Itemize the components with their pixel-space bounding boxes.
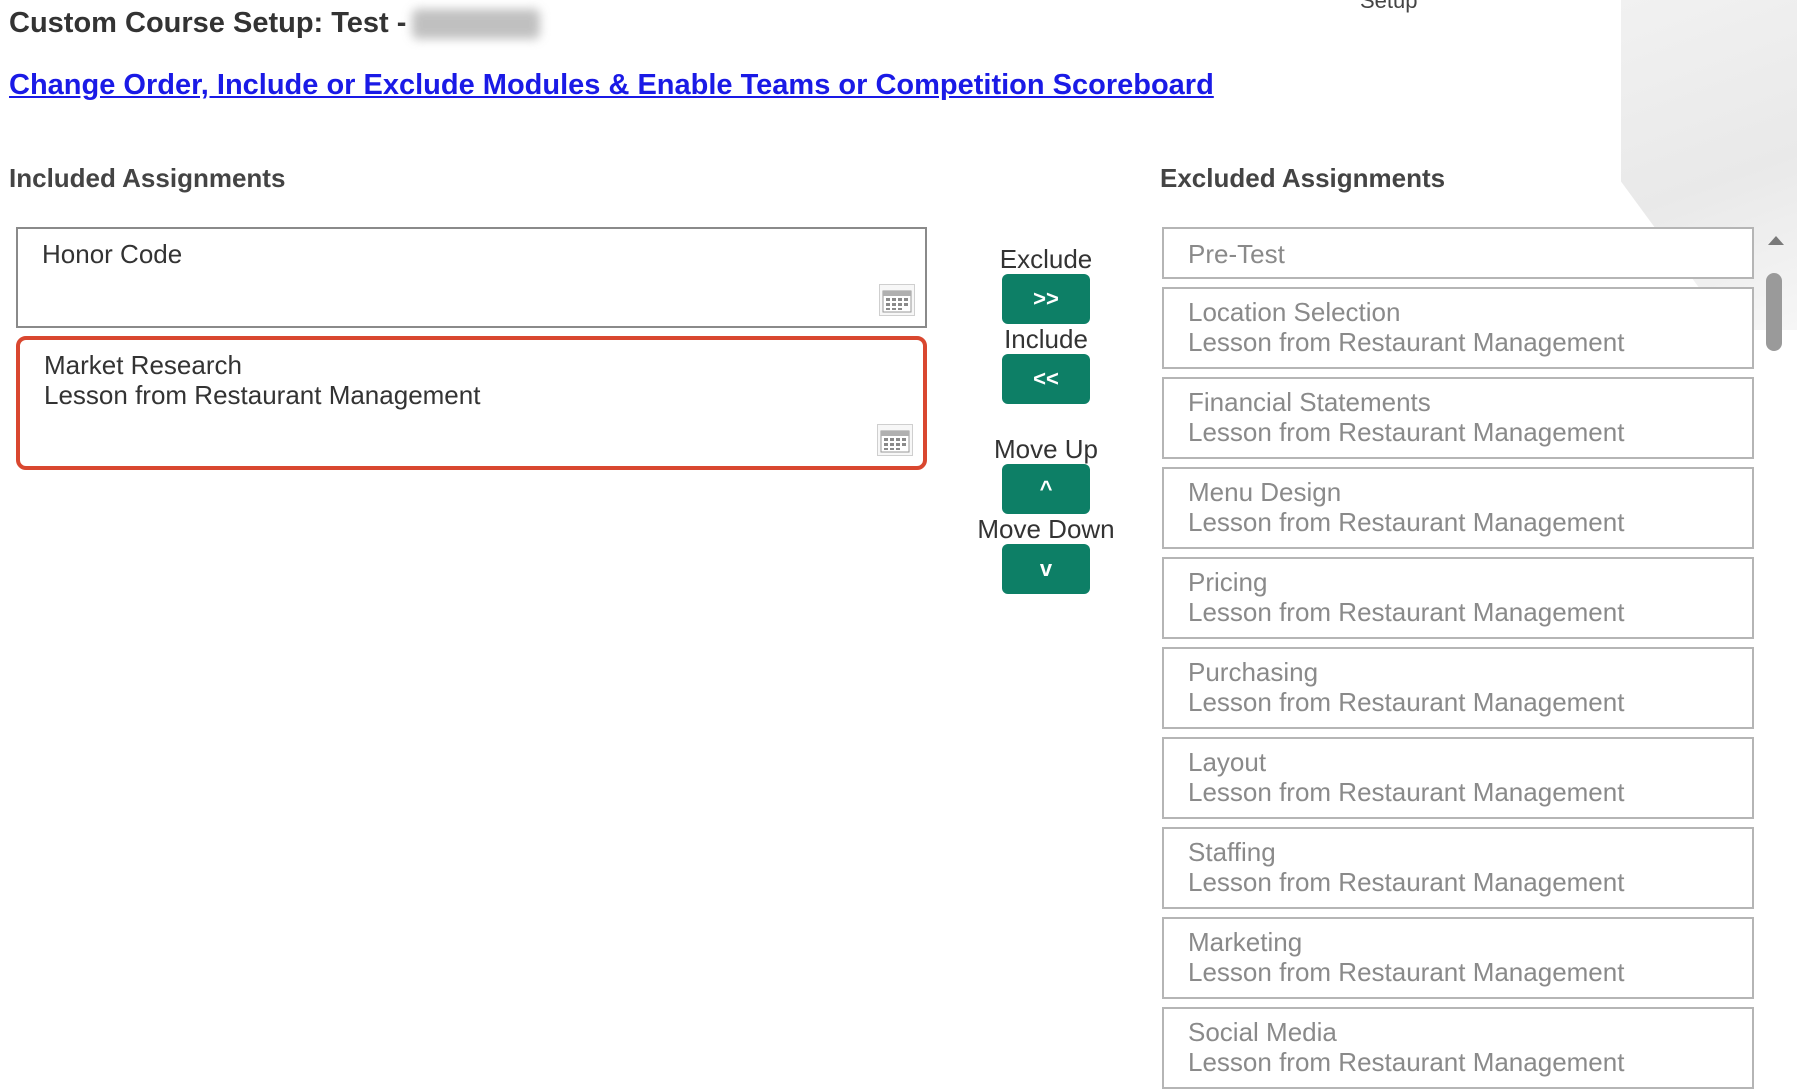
excluded-item-pricing[interactable]: Pricing Lesson from Restaurant Managemen… (1162, 557, 1754, 639)
included-item-honor-code[interactable]: Honor Code (16, 227, 927, 328)
page-title: Custom Course Setup: Test - (9, 7, 541, 40)
include-label: Include (1004, 324, 1088, 354)
scrollbar-thumb[interactable] (1766, 273, 1782, 351)
excluded-item-name: Pricing (1188, 567, 1268, 597)
excluded-item-layout[interactable]: Layout Lesson from Restaurant Management (1162, 737, 1754, 819)
scroll-up-arrow-icon[interactable] (1768, 236, 1784, 245)
excluded-item-name: Location Selection (1188, 297, 1401, 327)
excluded-item-pre-test[interactable]: Pre-Test (1162, 227, 1754, 279)
excluded-item-name: Purchasing (1188, 657, 1319, 687)
calendar-icon[interactable] (879, 284, 915, 316)
move-up-button[interactable]: ^ (1002, 464, 1090, 514)
exclude-button[interactable]: >> (1002, 274, 1090, 324)
included-item-name: Market Research (44, 350, 242, 380)
excluded-assignments-list: Pre-Test Location Selection Lesson from … (1162, 227, 1754, 1089)
excluded-item-subtitle: Lesson from Restaurant Management (1188, 867, 1625, 897)
page-title-text: Custom Course Setup: Test - (9, 7, 407, 39)
excluded-item-name: Social Media (1188, 1017, 1337, 1047)
included-assignments-heading: Included Assignments (9, 163, 286, 193)
excluded-item-subtitle: Lesson from Restaurant Management (1188, 957, 1625, 987)
excluded-item-purchasing[interactable]: Purchasing Lesson from Restaurant Manage… (1162, 647, 1754, 729)
excluded-item-name: Layout (1188, 747, 1267, 777)
excluded-item-subtitle: Lesson from Restaurant Management (1188, 327, 1625, 357)
included-assignments-list: Honor Code Market Research Lesson from R… (16, 227, 927, 470)
move-down-button[interactable]: v (1002, 544, 1090, 594)
excluded-item-location-selection[interactable]: Location Selection Lesson from Restauran… (1162, 287, 1754, 369)
change-order-link[interactable]: Change Order, Include or Exclude Modules… (9, 69, 1214, 102)
included-item-subtitle: Lesson from Restaurant Management (44, 380, 481, 410)
excluded-assignments-heading: Excluded Assignments (1160, 163, 1446, 193)
redacted-course-code (412, 8, 541, 39)
excluded-item-menu-design[interactable]: Menu Design Lesson from Restaurant Manag… (1162, 467, 1754, 549)
calendar-icon[interactable] (877, 424, 913, 456)
excluded-item-financial-statements[interactable]: Financial Statements Lesson from Restaur… (1162, 377, 1754, 459)
controls-spacer (966, 404, 1126, 434)
excluded-item-subtitle: Lesson from Restaurant Management (1188, 1047, 1625, 1077)
assignment-controls: Exclude >> Include << Move Up ^ Move Dow… (966, 244, 1126, 594)
excluded-item-staffing[interactable]: Staffing Lesson from Restaurant Manageme… (1162, 827, 1754, 909)
excluded-list-scrollbar[interactable] (1764, 236, 1788, 1081)
move-up-label: Move Up (993, 434, 1099, 464)
excluded-item-name: Menu Design (1188, 477, 1342, 507)
excluded-item-subtitle: Lesson from Restaurant Management (1188, 597, 1625, 627)
setup-label-fragment: Setup (1360, 0, 1418, 13)
excluded-item-subtitle: Lesson from Restaurant Management (1188, 777, 1625, 807)
excluded-item-name: Pre-Test (1188, 239, 1285, 269)
included-item-market-research[interactable]: Market Research Lesson from Restaurant M… (16, 336, 927, 470)
exclude-label: Exclude (999, 244, 1093, 274)
excluded-item-subtitle: Lesson from Restaurant Management (1188, 507, 1625, 537)
excluded-item-marketing[interactable]: Marketing Lesson from Restaurant Managem… (1162, 917, 1754, 999)
excluded-item-name: Marketing (1188, 927, 1303, 957)
excluded-item-name: Staffing (1188, 837, 1276, 867)
excluded-item-social-media[interactable]: Social Media Lesson from Restaurant Mana… (1162, 1007, 1754, 1089)
excluded-item-subtitle: Lesson from Restaurant Management (1188, 417, 1625, 447)
include-button[interactable]: << (1002, 354, 1090, 404)
excluded-item-subtitle: Lesson from Restaurant Management (1188, 687, 1625, 717)
move-down-label: Move Down (977, 514, 1115, 544)
included-item-name: Honor Code (42, 239, 183, 269)
excluded-item-name: Financial Statements (1188, 387, 1431, 417)
